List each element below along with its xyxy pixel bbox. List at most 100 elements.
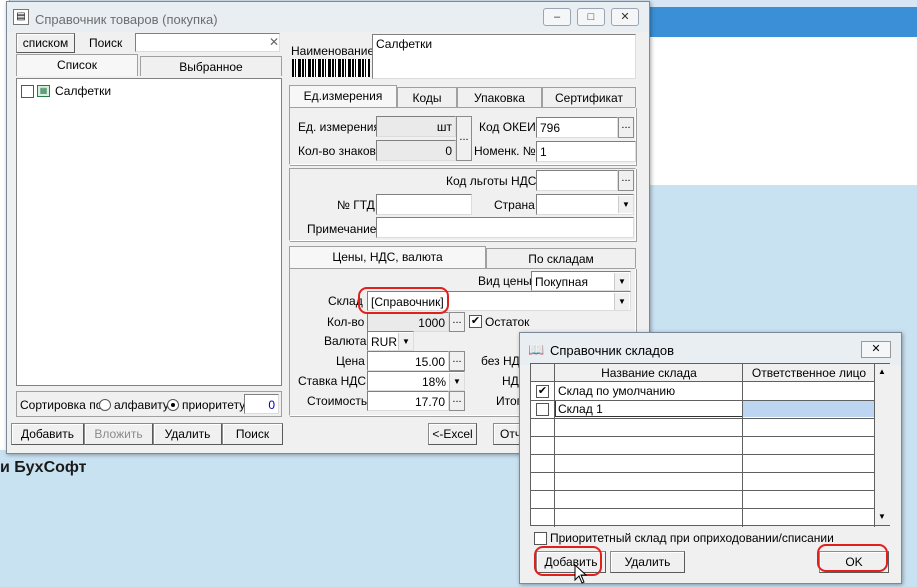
column-header-name[interactable]: Название склада — [555, 366, 743, 380]
app-icon: ▤ — [13, 9, 29, 25]
name-input[interactable]: Салфетки — [372, 34, 636, 79]
price-browse-button[interactable]: ... — [449, 351, 465, 371]
warehouse-name: Склад по умолчанию — [558, 384, 676, 398]
sort-alpha-radio[interactable] — [99, 399, 111, 411]
grid-divider — [531, 454, 875, 455]
stock-label: Остаток — [485, 315, 530, 329]
maximize-button[interactable]: □ — [577, 8, 605, 26]
note-label: Примечание — [307, 222, 377, 236]
minimize-button[interactable]: – — [543, 8, 571, 26]
grid-divider — [531, 472, 875, 473]
chevron-down-icon[interactable]: ▼ — [614, 273, 629, 290]
warehouse-name: Склад 1 — [558, 402, 603, 416]
excel-button[interactable]: <-Excel — [428, 423, 477, 445]
add-button-highlight — [534, 546, 602, 576]
tab-certificate[interactable]: Сертификат — [542, 87, 636, 107]
vat-benefit-input[interactable] — [536, 170, 618, 191]
cost-browse-button[interactable]: ... — [449, 391, 465, 411]
ok-button-highlight — [817, 544, 888, 572]
price-input[interactable]: 15.00 — [367, 351, 449, 371]
tab-warehouses[interactable]: По складам — [486, 248, 636, 268]
chevron-down-icon[interactable]: ▼ — [449, 373, 464, 390]
table-row[interactable]: ✔ Склад по умолчанию — [531, 383, 875, 400]
sort-priority-radio[interactable] — [167, 399, 179, 411]
name-label: Наименование — [291, 44, 375, 58]
row-checkbox[interactable]: ✔ — [536, 385, 549, 398]
vat-rate-label: Ставка НДС — [298, 374, 367, 388]
goods-tree[interactable]: ▦ Салфетки — [16, 78, 282, 386]
sort-box: Сортировка по алфавиту приоритету 0 — [16, 391, 282, 417]
add-button[interactable]: Добавить — [11, 423, 84, 445]
okei-label: Код ОКЕИ — [479, 120, 536, 134]
window-title: Справочник товаров (покупка) — [35, 12, 218, 27]
tab-prices[interactable]: Цены, НДС, валюта — [289, 246, 486, 268]
tab-units[interactable]: Ед.измерения — [289, 85, 397, 107]
vat-benefit-label: Код льготы НДС — [446, 174, 537, 188]
scroll-down-icon[interactable]: ▼ — [878, 512, 886, 521]
vat-benefit-browse-button[interactable]: ... — [618, 170, 634, 191]
currency-label: Валюта — [324, 334, 367, 348]
country-label: Страна — [494, 198, 535, 212]
grid-divider — [531, 490, 875, 491]
dialog-close-button[interactable]: ✕ — [861, 341, 891, 358]
insert-button[interactable]: Вложить — [84, 423, 153, 445]
row-checkbox[interactable] — [536, 403, 549, 416]
warehouse-grid[interactable]: Название склада Ответственное лицо ✔ Скл… — [530, 363, 890, 527]
grid-divider — [531, 418, 875, 419]
tab-codes[interactable]: Коды — [397, 87, 457, 107]
gtd-input[interactable] — [376, 194, 472, 215]
chevron-down-icon[interactable]: ▼ — [614, 293, 629, 310]
stock-checkbox[interactable]: ✔ — [469, 315, 482, 328]
search-input[interactable] — [135, 33, 280, 52]
note-input[interactable] — [376, 217, 634, 238]
okei-input[interactable]: 796 — [536, 117, 618, 138]
cost-label: Стоимость — [307, 394, 368, 408]
scroll-up-icon[interactable]: ▲ — [878, 367, 886, 376]
unit-browse-button[interactable]: ... — [456, 116, 472, 161]
clear-search-icon[interactable]: ✕ — [269, 35, 279, 49]
priority-label: Приоритетный склад при оприходовании/спи… — [550, 531, 834, 545]
country-select[interactable]: ▼ — [536, 194, 634, 215]
price-type-label: Вид цены — [478, 274, 532, 288]
dialog-title-bar: 📖 Справочник складов ✕ — [520, 333, 901, 365]
chevron-down-icon[interactable]: ▼ — [398, 333, 413, 350]
book-icon: 📖 — [528, 342, 545, 357]
window-title-bar: ▤ Справочник товаров (покупка) – □ ✕ — [7, 2, 649, 32]
sort-alpha-label: алфавиту — [114, 398, 169, 412]
qty-field[interactable]: 1000 — [367, 312, 449, 332]
unit-label: Ед. измерения — [298, 120, 380, 134]
chevron-down-icon[interactable]: ▼ — [618, 196, 633, 213]
dialog-delete-button[interactable]: Удалить — [610, 551, 685, 573]
delete-button[interactable]: Удалить — [153, 423, 222, 445]
unit-field: шт — [376, 116, 456, 137]
qty-browse-button[interactable]: ... — [449, 312, 465, 332]
warehouse-highlight — [358, 287, 449, 314]
tree-item-checkbox[interactable] — [21, 85, 34, 98]
table-row[interactable]: Склад 1 — [531, 401, 875, 418]
tab-selected[interactable]: Выбранное — [140, 56, 282, 76]
okei-browse-button[interactable]: ... — [618, 117, 634, 138]
barcode-icon — [292, 59, 370, 77]
column-header-person[interactable]: Ответственное лицо — [743, 366, 875, 380]
sort-label: Сортировка по — [20, 398, 103, 412]
sort-priority-value[interactable]: 0 — [244, 394, 279, 414]
digits-label: Кол-во знаков — [298, 144, 376, 158]
cost-input[interactable]: 17.70 — [367, 391, 449, 411]
price-label: Цена — [336, 354, 365, 368]
grid-divider — [531, 436, 875, 437]
tree-item-label: Салфетки — [55, 84, 112, 98]
vat-label: НД — [502, 374, 519, 388]
background-caption: и БухСофт — [0, 459, 87, 476]
tree-item[interactable]: ▦ Салфетки — [21, 83, 221, 99]
gtd-label: № ГТД — [337, 198, 375, 212]
priority-checkbox[interactable] — [534, 532, 547, 545]
dialog-title: Справочник складов — [550, 343, 674, 358]
tab-list[interactable]: Список — [16, 54, 138, 76]
nomen-input[interactable]: 1 — [536, 141, 636, 162]
sort-priority-label: приоритету — [182, 398, 246, 412]
search-button[interactable]: Поиск — [222, 423, 283, 445]
close-button[interactable]: ✕ — [611, 8, 639, 26]
view-list-button[interactable]: списком — [16, 33, 75, 53]
tab-package[interactable]: Упаковка — [457, 87, 542, 107]
grid-scrollbar[interactable]: ▲ ▼ — [875, 364, 890, 525]
